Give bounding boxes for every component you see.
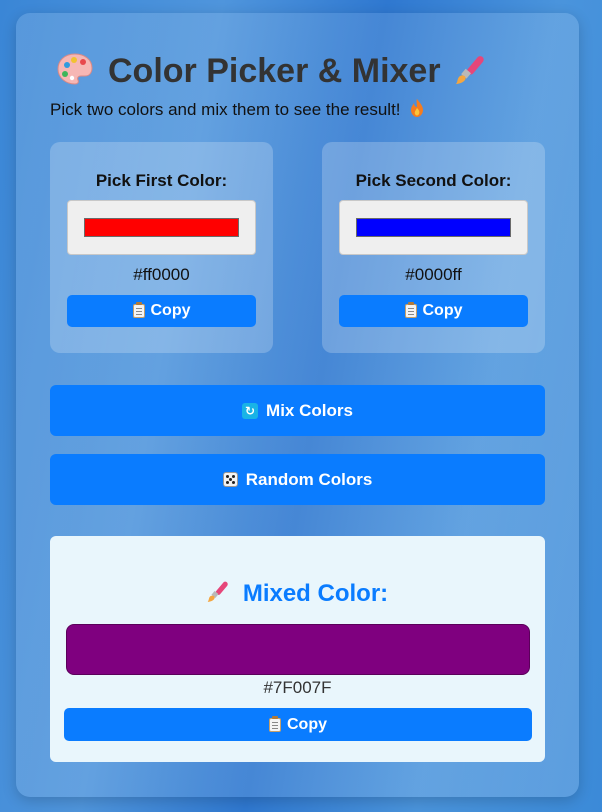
copy-mixed-button[interactable]: Copy (64, 708, 532, 741)
random-colors-button[interactable]: Random Colors (50, 454, 545, 505)
clipboard-icon (404, 302, 417, 318)
page-title: Color Picker & Mixer (108, 51, 441, 90)
mixed-color-swatch (66, 624, 530, 675)
second-color-input[interactable] (339, 200, 528, 255)
first-color-hex: #ff0000 (133, 265, 190, 284)
palette-icon (56, 52, 94, 90)
mixed-color-hex: #7F007F (263, 678, 332, 697)
die-icon (222, 472, 238, 487)
random-colors-label: Random Colors (245, 469, 373, 489)
first-color-swatch (84, 218, 239, 237)
first-color-input[interactable] (67, 200, 256, 255)
result-title: Mixed Color: (242, 579, 389, 607)
copy-second-button[interactable]: Copy (339, 295, 528, 327)
copy-mixed-label: Copy (287, 715, 327, 733)
copy-first-label: Copy (150, 302, 191, 319)
result-panel: Mixed Color: #7F007F Copy (50, 536, 545, 762)
cycle-arrows-icon: ↻ (242, 402, 259, 419)
second-color-swatch (356, 218, 511, 237)
clipboard-icon (269, 715, 281, 732)
copy-second-label: Copy (422, 302, 463, 319)
header: Color Picker & Mixer (56, 51, 491, 91)
copy-first-button[interactable]: Copy (67, 295, 256, 327)
mix-colors-button[interactable]: ↻ Mix Colors (50, 385, 545, 436)
second-color-hex: #0000ff (405, 265, 462, 284)
second-color-panel: Pick Second Color: #0000ff Copy (322, 142, 545, 353)
main-card: Color Picker & Mixer Pick two colors and… (16, 13, 579, 797)
paintbrush-icon (207, 578, 233, 609)
fire-icon (405, 98, 425, 118)
second-color-label: Pick Second Color: (355, 171, 512, 190)
subtitle-text: Pick two colors and mix them to see the … (50, 100, 401, 119)
paintbrush-icon (455, 51, 491, 91)
clipboard-icon (132, 302, 145, 318)
subtitle: Pick two colors and mix them to see the … (50, 98, 425, 120)
first-color-panel: Pick First Color: #ff0000 Copy (50, 142, 273, 353)
result-heading: Mixed Color: (50, 578, 545, 609)
first-color-label: Pick First Color: (95, 171, 228, 190)
mix-colors-label: Mix Colors (266, 400, 353, 420)
